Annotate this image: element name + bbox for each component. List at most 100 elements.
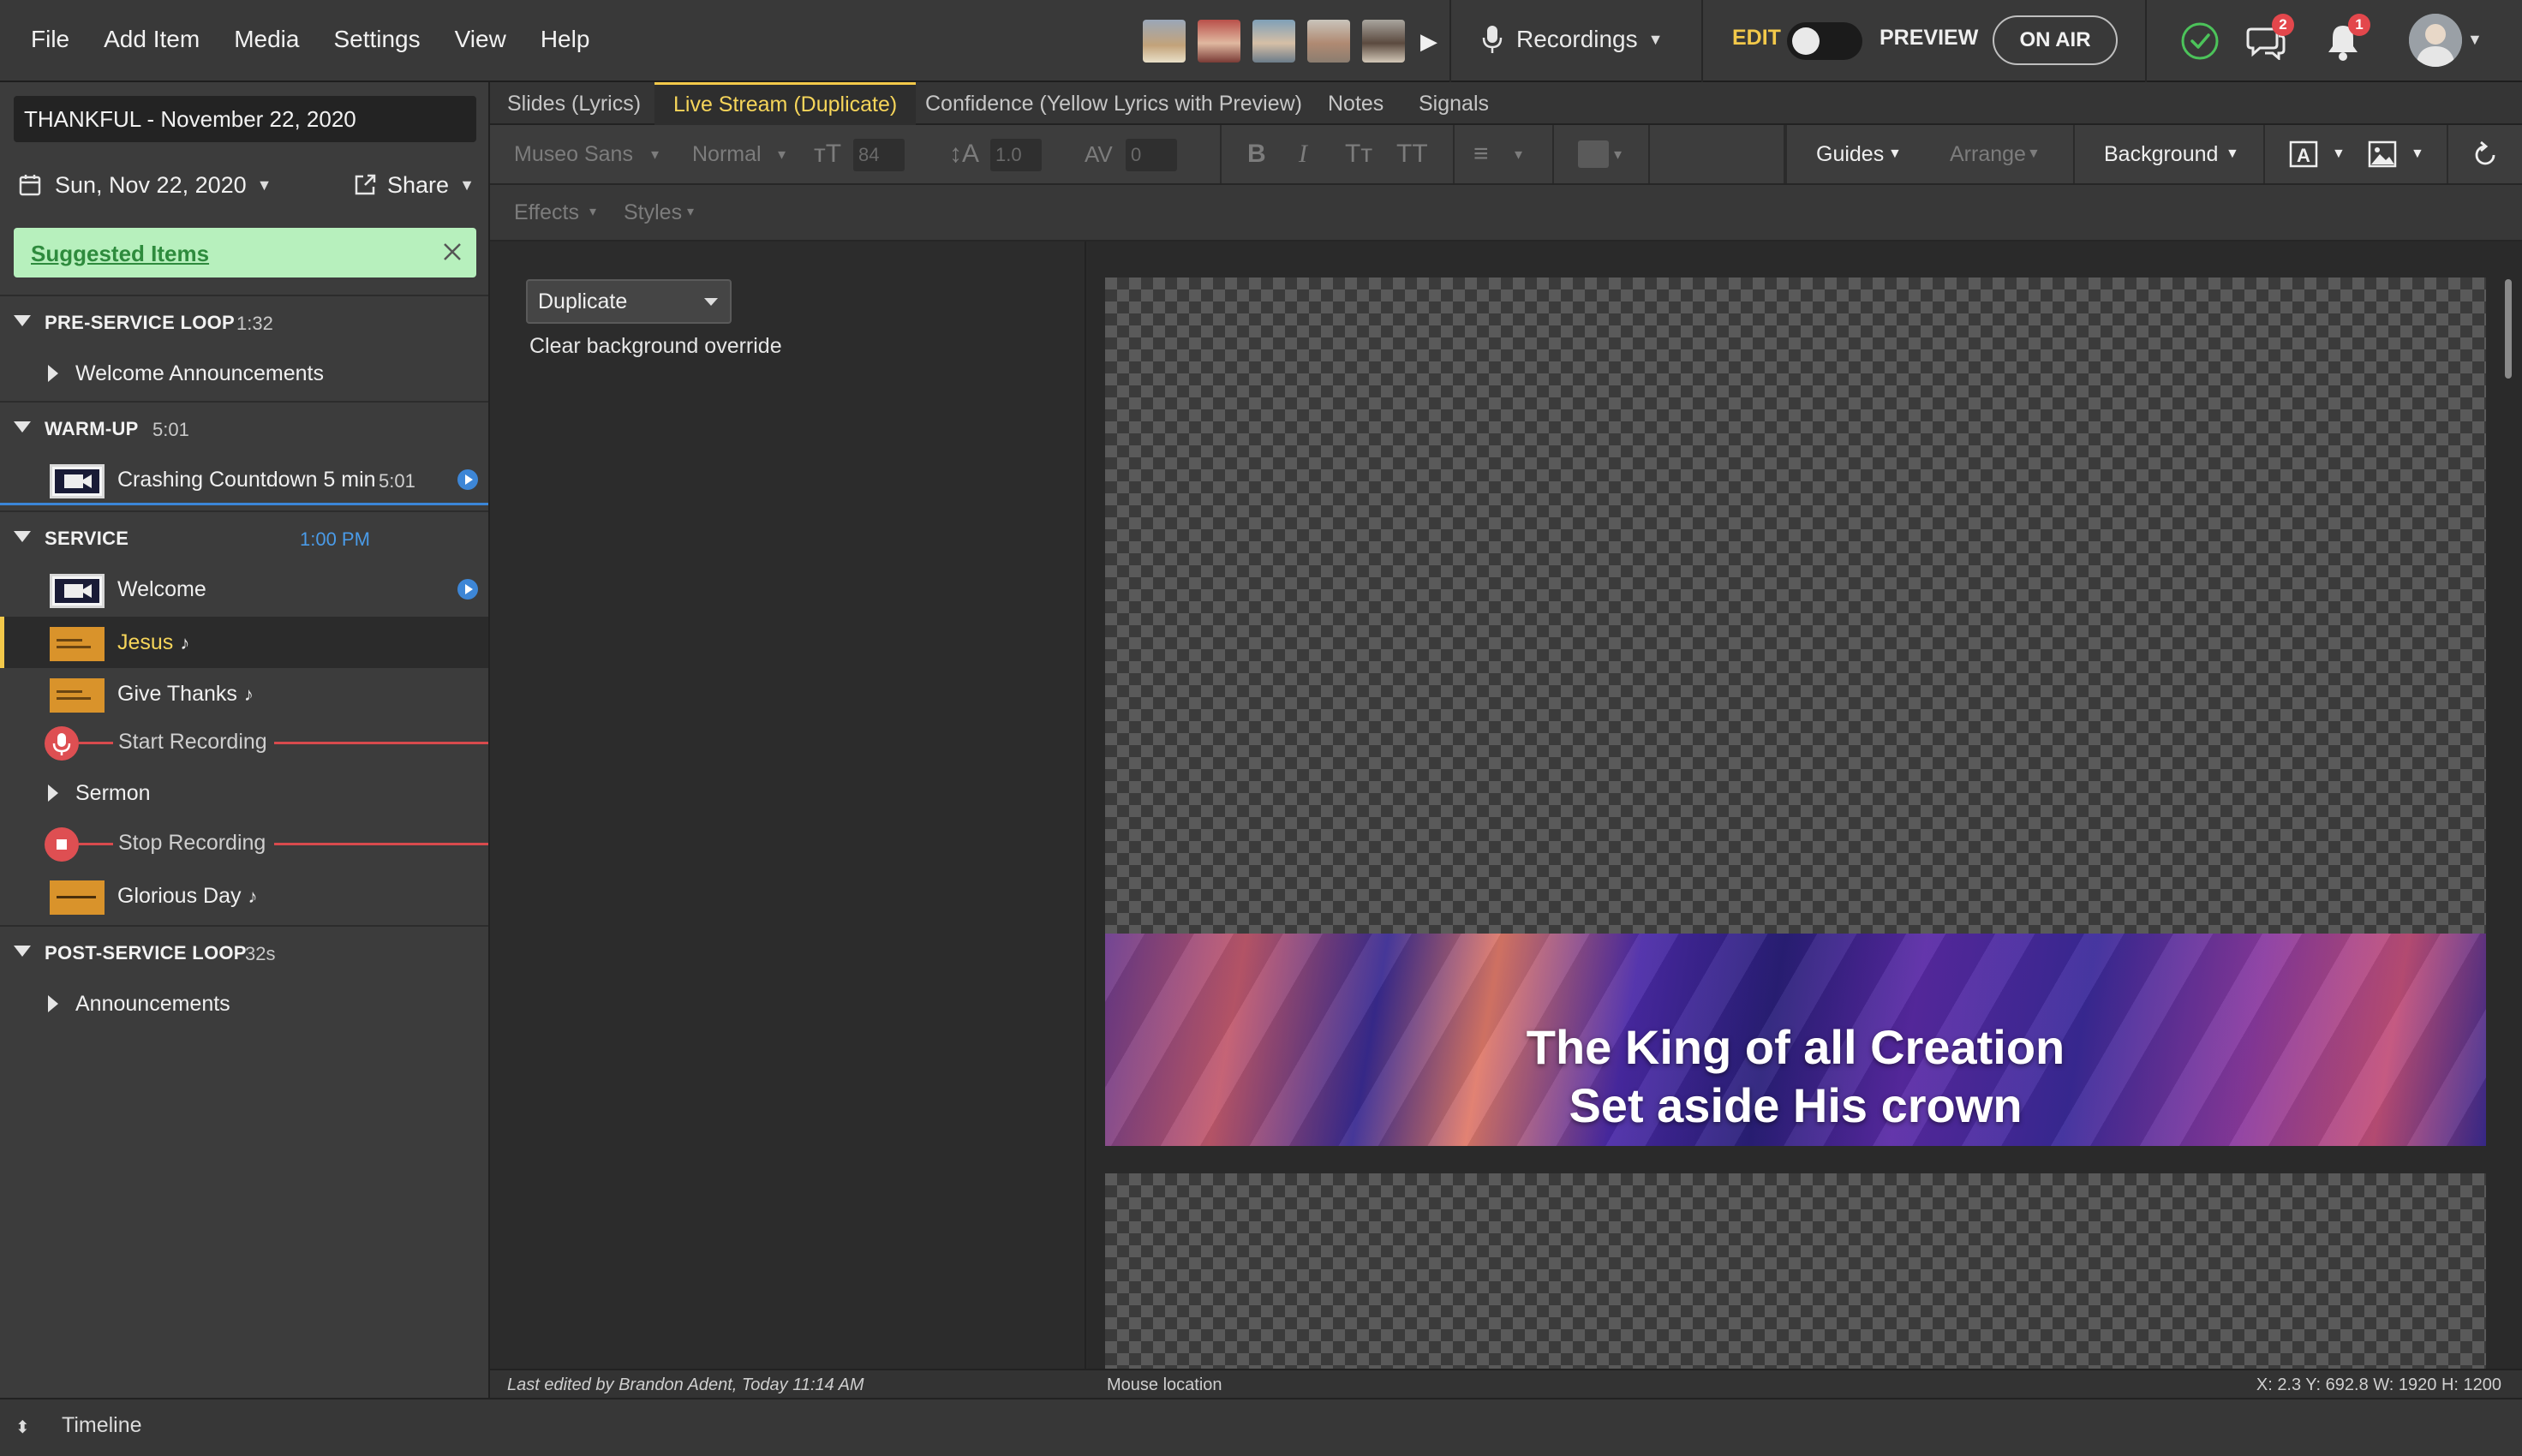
music-note-icon: ♪ [243,683,254,705]
text-color-swatch[interactable] [1578,140,1609,168]
tab-slides-lyrics[interactable]: Slides (Lyrics) [507,82,641,125]
tab-live-stream[interactable]: Live Stream (Duplicate) [654,82,917,125]
chevron-down-icon: ▼ [459,176,475,194]
item-label: Give Thanks ♪ [117,682,254,706]
section-header-post-service-loop[interactable]: POST-SERVICE LOOP 32s [0,925,488,978]
letter-spacing-input[interactable]: 0 [1126,139,1177,171]
item-give-thanks[interactable]: Give Thanks ♪ [0,668,488,719]
close-icon[interactable] [442,242,463,262]
menu-settings[interactable]: Settings [316,0,437,79]
svg-text:A: A [2297,145,2310,166]
timeline-bar[interactable]: ⬍ Timeline [0,1398,2522,1456]
user-avatar[interactable] [2409,14,2462,67]
collaborator-avatar[interactable] [1143,20,1186,63]
arrange-dropdown[interactable]: Arrange [1950,125,2026,183]
section-header-service[interactable]: SERVICE 1:00 PM [0,510,488,564]
tab-signals[interactable]: Signals [1419,82,1489,125]
menu-file[interactable]: File [14,0,87,79]
menu-add-item[interactable]: Add Item [87,0,217,79]
item-welcome[interactable]: Welcome [0,564,488,615]
tab-notes[interactable]: Notes [1328,82,1384,125]
font-family-select[interactable]: Museo Sans [514,125,633,183]
layout-mode-select[interactable]: Duplicate [526,279,732,324]
section-header-warm-up[interactable]: WARM-UP 5:01 [0,401,488,454]
reset-icon[interactable] [2471,140,2500,170]
divider [2263,125,2265,183]
item-label: Crashing Countdown 5 min [117,468,376,492]
line-height-input[interactable]: 1.0 [990,139,1042,171]
clear-background-override-link[interactable]: Clear background override [529,334,782,359]
item-start-recording[interactable]: Start Recording [0,716,488,767]
notifications-button[interactable]: 1 [2326,14,2370,62]
item-crashing-countdown[interactable]: Crashing Countdown 5 min 5:01 [0,454,488,505]
status-bar: Last edited by Brandon Adent, Today 11:1… [490,1369,2522,1398]
canvas-scrollbar[interactable] [2505,279,2512,379]
suggested-items-link[interactable]: Suggested Items [31,241,209,267]
item-label: Glorious Day ♪ [117,884,258,908]
layout-mode-value: Duplicate [538,289,628,313]
more-collaborators-icon[interactable]: ▶ [1420,28,1437,55]
collaborator-avatar[interactable] [1307,20,1350,63]
item-jesus[interactable]: Jesus ♪ [0,617,488,668]
image-icon[interactable] [2368,140,2397,168]
slide-preview-next[interactable] [1105,1173,2486,1369]
recordings-dropdown[interactable]: Recordings ▼ [1482,0,1663,79]
divider [1701,0,1703,82]
chevron-down-icon[interactable]: ▼ [2467,31,2483,49]
share-dropdown[interactable]: Share ▼ [353,168,475,202]
letter-spacing-icon: AV [1085,141,1113,167]
play-icon[interactable] [457,579,478,600]
collaborator-avatar[interactable] [1198,20,1240,63]
font-size-input[interactable]: 84 [853,139,905,171]
last-edited-text: Last edited by Brandon Adent, Today 11:1… [507,1375,864,1394]
effects-dropdown[interactable]: Effects [514,185,579,240]
lyric-line-2[interactable]: Set aside His crown [1105,1077,2486,1133]
plan-date-dropdown[interactable]: Sun, Nov 22, 2020 ▼ [19,168,272,202]
plan-title[interactable]: THANKFUL - November 22, 2020 [14,96,476,142]
item-label: Announcements [75,992,230,1016]
collaborator-avatar[interactable] [1252,20,1295,63]
divider [2447,125,2448,183]
section-name: PRE-SERVICE LOOP [45,312,235,333]
item-announcements[interactable]: Announcements [0,978,488,1029]
video-thumbnail [50,464,105,498]
collaborator-avatar[interactable] [1362,20,1405,63]
calendar-icon [19,175,41,196]
item-welcome-announcements[interactable]: Welcome Announcements [0,348,488,399]
menu-help[interactable]: Help [523,0,607,79]
item-glorious-day[interactable]: Glorious Day ♪ [0,870,488,922]
chevron-down-icon: ▾ [1515,146,1523,163]
section-name: SERVICE [45,528,129,549]
item-sermon[interactable]: Sermon [0,767,488,819]
bold-icon[interactable]: B [1247,125,1266,183]
small-caps-icon[interactable]: Tт [1345,125,1372,183]
slide-preview[interactable]: The King of all Creation Set aside His c… [1105,277,2486,1146]
preview-mode-label[interactable]: PREVIEW [1880,26,1978,51]
align-icon[interactable]: ≡ [1473,125,1489,183]
background-dropdown[interactable]: Background [2104,125,2218,183]
edit-mode-label[interactable]: EDIT [1732,26,1781,51]
item-stop-recording[interactable]: Stop Recording [0,817,488,868]
expand-timeline-icon[interactable]: ⬍ [15,1417,30,1438]
slide-canvas: The King of all Creation Set aside His c… [1088,242,2522,1369]
section-header-pre-service-loop[interactable]: PRE-SERVICE LOOP 1:32 [0,295,488,348]
edit-preview-toggle[interactable] [1787,22,1862,60]
item-label: Sermon [75,781,151,805]
collapse-triangle-icon [14,946,31,957]
video-camera-icon [64,584,92,598]
chevron-down-icon: ▼ [2226,146,2239,161]
lyric-line-1[interactable]: The King of all Creation [1105,1019,2486,1075]
guides-dropdown[interactable]: Guides [1816,125,1884,183]
all-caps-icon[interactable]: TT [1396,125,1428,183]
menu-view[interactable]: View [438,0,523,79]
tab-confidence[interactable]: Confidence (Yellow Lyrics with Preview) [925,82,1302,125]
menu-media[interactable]: Media [217,0,316,79]
check-circle-icon[interactable] [2180,21,2220,61]
on-air-button[interactable]: ON AIR [1993,15,2118,65]
chat-button[interactable]: 2 [2246,14,2294,62]
text-box-icon[interactable]: A [2289,140,2318,168]
play-icon[interactable] [457,469,478,490]
styles-dropdown[interactable]: Styles [624,185,682,240]
italic-icon[interactable]: I [1299,125,1307,183]
font-weight-select[interactable]: Normal [692,125,762,183]
